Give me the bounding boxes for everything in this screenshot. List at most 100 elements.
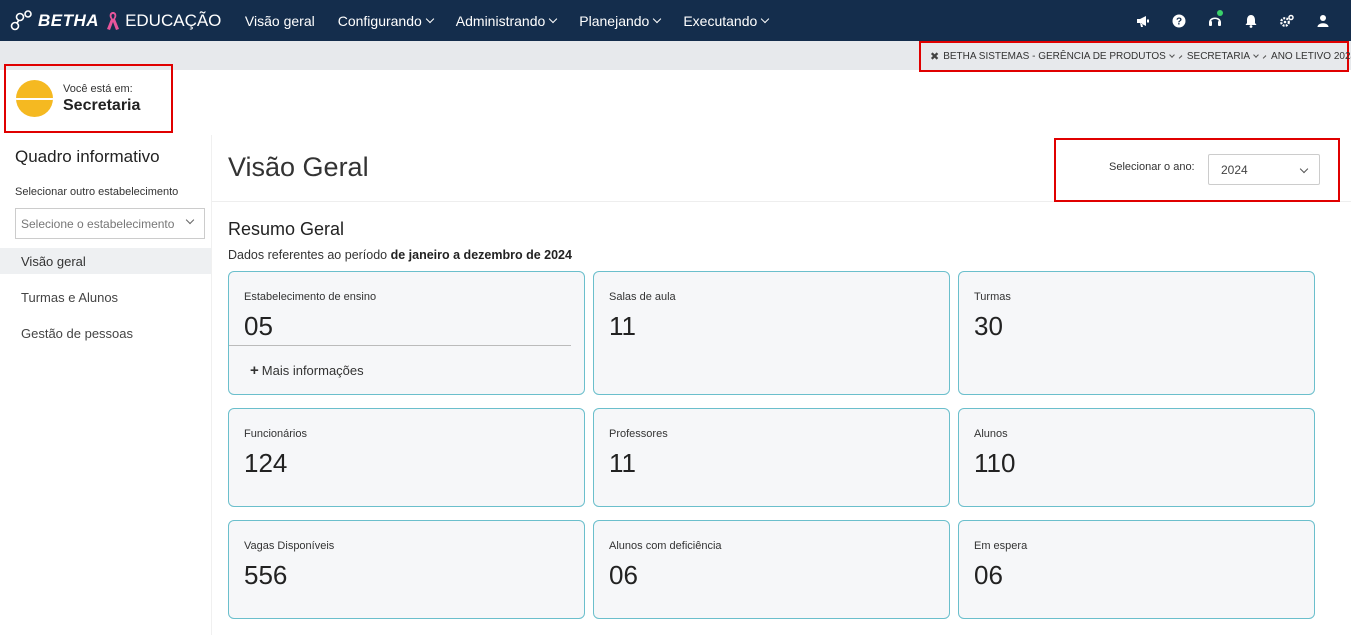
location-avatar	[16, 80, 53, 117]
sidebar-menu: Visão geral Turmas e Alunos Gestão de pe…	[0, 248, 211, 356]
card-professores: Professores 11	[593, 408, 950, 507]
more-info-link[interactable]: + Mais informações	[250, 362, 364, 379]
card-label: Em espera	[974, 540, 1028, 552]
card-turmas: Turmas 30	[958, 271, 1315, 395]
card-label: Salas de aula	[609, 291, 676, 303]
card-label: Turmas	[974, 291, 1011, 303]
nav-administrando[interactable]: Administrando	[444, 0, 568, 41]
chevron-down-icon	[185, 215, 195, 225]
nav-configurando[interactable]: Configurando	[326, 0, 444, 41]
megaphone-icon[interactable]	[1125, 0, 1161, 41]
main-nav: Visão geral Configurando Administrando P…	[233, 0, 779, 41]
card-label: Estabelecimento de ensino	[244, 291, 377, 303]
card-salas-de-aula: Salas de aula 11	[593, 271, 950, 395]
establishment-select-placeholder: Selecione o estabelecimento	[21, 216, 175, 231]
sidebar-item-gestao-pessoas[interactable]: Gestão de pessoas	[0, 320, 211, 346]
sidebar-item-label: Turmas e Alunos	[21, 289, 119, 305]
headset-icon[interactable]	[1197, 0, 1233, 41]
card-label: Vagas Disponíveis	[244, 540, 335, 552]
card-value: 11	[609, 448, 636, 478]
sidebar-title: Quadro informativo	[15, 147, 160, 166]
card-value: 06	[609, 560, 638, 590]
card-value: 05	[244, 311, 273, 341]
card-label: Funcionários	[244, 428, 307, 440]
section-description-period: de janeiro a dezembro de 2024	[390, 248, 572, 262]
context-period[interactable]: ANO LETIVO 2024	[1271, 51, 1351, 62]
sidebar-item-label: Gestão de pessoas	[21, 325, 134, 341]
location-label: Você está em:	[63, 83, 133, 95]
card-value: 11	[609, 311, 636, 341]
chevron-down-icon	[1169, 52, 1175, 58]
establishment-select[interactable]: Selecione o estabelecimento	[15, 208, 205, 239]
divider	[211, 135, 212, 635]
bell-icon[interactable]	[1233, 0, 1269, 41]
brand-name: BETHA	[38, 10, 100, 30]
sidebar-item-visao-geral[interactable]: Visão geral	[0, 248, 211, 274]
card-label: Professores	[609, 428, 668, 440]
chevron-right-icon	[1262, 54, 1267, 59]
nav-label: Configurando	[337, 12, 422, 29]
card-divider	[229, 345, 571, 346]
location-name: Secretaria	[63, 97, 141, 114]
chevron-down-icon	[549, 14, 558, 23]
product-name: EDUCAÇÃO	[125, 10, 222, 30]
card-funcionarios: Funcionários 124	[228, 408, 585, 507]
nav-label: Executando	[683, 12, 758, 29]
nav-icons: ?	[1125, 0, 1341, 41]
card-value: 124	[244, 448, 288, 478]
year-selector: Selecionar o ano: 2024	[1054, 138, 1340, 202]
sidebar-item-label: Visão geral	[21, 253, 86, 269]
context-entity[interactable]: BETHA SISTEMAS - GERÊNCIA DE PRODUTOS	[943, 51, 1178, 62]
establishment-select-label: Selecionar outro estabelecimento	[15, 186, 179, 198]
chevron-right-icon	[1178, 54, 1183, 59]
chevron-down-icon	[761, 14, 770, 23]
card-label: Alunos	[974, 428, 1008, 440]
nav-visao-geral[interactable]: Visão geral	[233, 0, 326, 41]
card-alunos: Alunos 110	[958, 408, 1315, 507]
chevron-down-icon	[1253, 52, 1259, 58]
user-icon[interactable]	[1305, 0, 1341, 41]
section-title: Resumo Geral	[228, 219, 345, 239]
card-value: 30	[974, 311, 1003, 341]
more-info-label: Mais informações	[261, 363, 364, 378]
year-select-label: Selecionar o ano:	[1109, 161, 1195, 173]
card-em-espera: Em espera 06	[958, 520, 1315, 619]
context-period-label: ANO LETIVO 2024	[1271, 51, 1351, 62]
card-value: 06	[974, 560, 1003, 590]
chevron-down-icon	[425, 14, 435, 23]
plus-icon: +	[250, 362, 259, 379]
card-label: Alunos com deficiência	[609, 540, 722, 552]
card-alunos-com-deficiencia: Alunos com deficiência 06	[593, 520, 950, 619]
online-status-dot	[1217, 10, 1223, 16]
context-selector: ✖ BETHA SISTEMAS - GERÊNCIA DE PRODUTOS …	[919, 41, 1351, 72]
nav-label: Administrando	[455, 12, 546, 29]
nav-label: Visão geral	[244, 12, 315, 29]
svg-text:?: ?	[1176, 16, 1182, 27]
help-icon[interactable]: ?	[1161, 0, 1197, 41]
card-vagas-disponiveis: Vagas Disponíveis 556	[228, 520, 585, 619]
nav-planejando[interactable]: Planejando	[568, 0, 672, 41]
card-value: 110	[974, 448, 1016, 478]
top-navbar: BETHA EDUCAÇÃO Visão geral Configurando …	[0, 0, 1351, 41]
chevron-down-icon	[1299, 164, 1309, 174]
settings-icon[interactable]	[1269, 0, 1305, 41]
current-location: Você está em: Secretaria	[4, 64, 173, 133]
nav-executando[interactable]: Executando	[672, 0, 780, 41]
context-entity-label: BETHA SISTEMAS - GERÊNCIA DE PRODUTOS	[943, 51, 1166, 62]
context-area[interactable]: SECRETARIA	[1187, 51, 1262, 62]
card-estabelecimentos: Estabelecimento de ensino 05 + Mais info…	[228, 271, 585, 395]
section-description: Dados referentes ao período de janeiro a…	[228, 248, 572, 262]
close-icon[interactable]: ✖	[930, 50, 939, 63]
pink-ribbon-icon	[107, 11, 120, 30]
brand-logo[interactable]: BETHA EDUCAÇÃO	[0, 0, 221, 41]
nav-label: Planejando	[579, 12, 650, 29]
page-title: Visão Geral	[228, 152, 369, 182]
card-value: 556	[244, 560, 288, 590]
sidebar-item-turmas-alunos[interactable]: Turmas e Alunos	[0, 284, 211, 310]
year-select-value: 2024	[1221, 162, 1248, 177]
context-area-label: SECRETARIA	[1186, 51, 1251, 62]
chevron-down-icon	[653, 14, 662, 23]
betha-logo-icon	[10, 9, 32, 30]
year-select[interactable]: 2024	[1208, 154, 1320, 185]
sidebar: Quadro informativo Selecionar outro esta…	[0, 135, 211, 635]
